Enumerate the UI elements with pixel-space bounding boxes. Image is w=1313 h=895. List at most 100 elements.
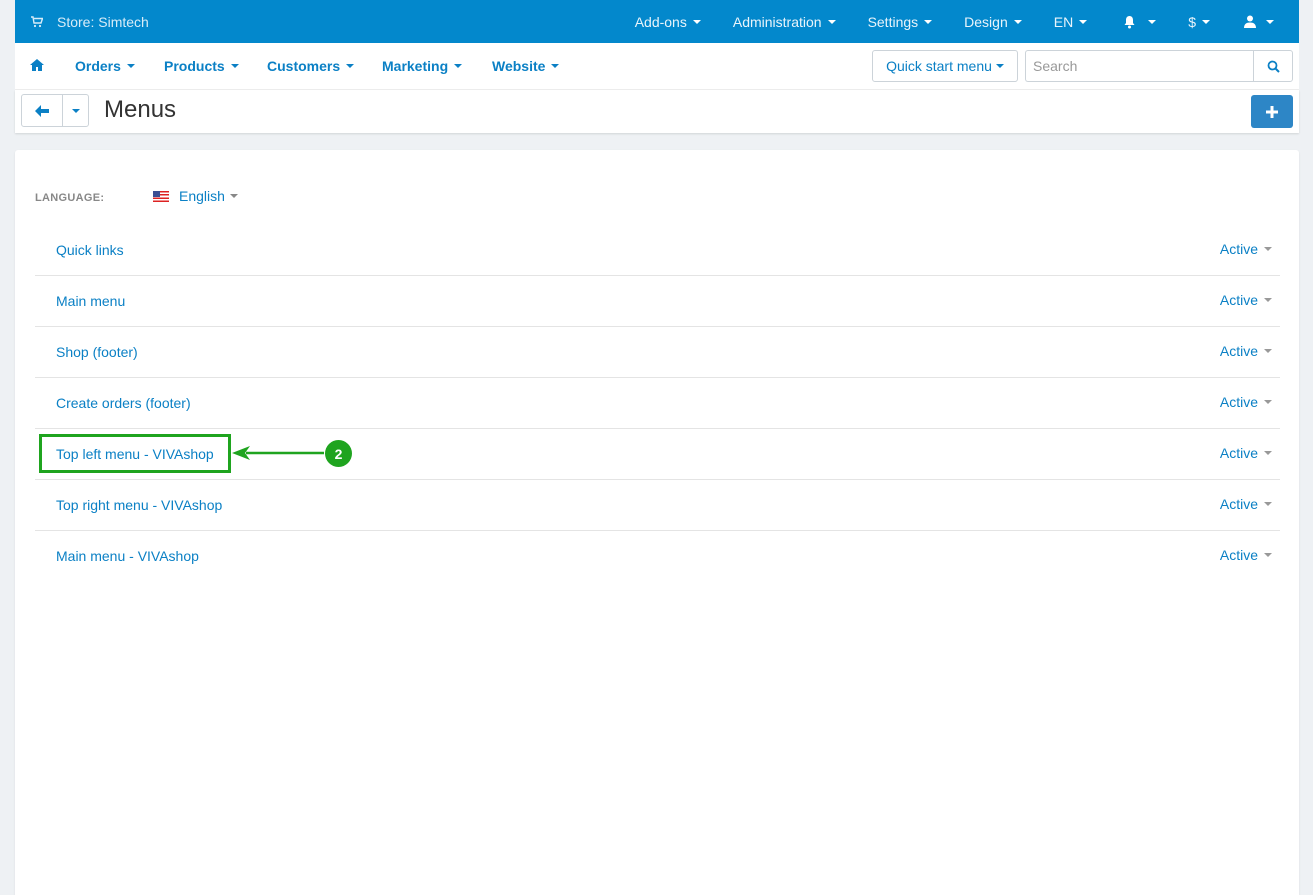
menu-link[interactable]: Top right menu - VIVAshop bbox=[56, 497, 222, 513]
nav-customers-label: Customers bbox=[267, 58, 341, 74]
nav-website[interactable]: Website bbox=[492, 43, 560, 89]
main-nav: Orders Products Customers Marketing Webs… bbox=[15, 43, 1299, 90]
menu-link[interactable]: Main menu - VIVAshop bbox=[56, 548, 199, 564]
content-card: LANGUAGE: English Quick links Active Mai… bbox=[15, 150, 1299, 895]
chevron-down-icon bbox=[1264, 502, 1272, 506]
status-dropdown[interactable]: Active bbox=[1220, 292, 1272, 308]
store-name: Store: Simtech bbox=[57, 13, 149, 30]
status-label: Active bbox=[1219, 496, 1258, 512]
administration-menu[interactable]: Administration bbox=[733, 0, 836, 43]
search-input[interactable] bbox=[1025, 50, 1254, 82]
search-button[interactable] bbox=[1253, 50, 1293, 82]
status-dropdown[interactable]: Active bbox=[1220, 547, 1272, 563]
chevron-down-icon bbox=[1264, 451, 1272, 455]
menu-list: Quick links Active Main menu Active Shop… bbox=[35, 225, 1280, 582]
addons-menu[interactable]: Add-ons bbox=[635, 0, 701, 43]
menu-link[interactable]: Create orders (footer) bbox=[56, 395, 191, 411]
currency-menu[interactable]: $ bbox=[1188, 0, 1210, 43]
title-bar: Menus bbox=[15, 90, 1299, 133]
chevron-down-icon bbox=[1264, 247, 1272, 251]
status-dropdown[interactable]: Active bbox=[1220, 241, 1272, 257]
nav-website-label: Website bbox=[492, 58, 546, 74]
arrow-left-icon bbox=[232, 446, 324, 460]
menu-link[interactable]: Shop (footer) bbox=[56, 344, 138, 360]
status-label: Active bbox=[1219, 445, 1258, 461]
chevron-down-icon bbox=[1264, 298, 1272, 302]
notifications-menu[interactable] bbox=[1123, 0, 1157, 43]
nav-orders[interactable]: Orders bbox=[75, 43, 135, 89]
chevron-down-icon bbox=[1264, 400, 1272, 404]
chevron-down-icon bbox=[229, 194, 238, 198]
addons-label: Add-ons bbox=[634, 13, 687, 30]
language-value: English bbox=[179, 188, 225, 204]
cart-icon bbox=[31, 15, 43, 27]
language-selector[interactable]: English bbox=[153, 188, 238, 204]
highlight-box bbox=[39, 434, 231, 473]
administration-label: Administration bbox=[732, 13, 822, 30]
chevron-down-icon bbox=[230, 64, 239, 68]
list-item: Main menu Active bbox=[35, 276, 1280, 327]
status-label: Active bbox=[1219, 292, 1258, 308]
status-label: Active bbox=[1219, 343, 1258, 359]
status-label: Active bbox=[1219, 241, 1258, 257]
list-item: Top right menu - VIVAshop Active bbox=[35, 480, 1280, 531]
quick-start-label: Quick start menu bbox=[886, 58, 992, 74]
list-item: Shop (footer) Active bbox=[35, 327, 1280, 378]
chevron-down-icon bbox=[692, 19, 701, 24]
top-bar: Store: Simtech Add-ons Administration Se… bbox=[15, 0, 1299, 43]
language-label: LANGUAGE: bbox=[35, 192, 105, 204]
chevron-down-icon bbox=[1148, 19, 1157, 24]
status-dropdown[interactable]: Active bbox=[1220, 343, 1272, 359]
step-badge: 2 bbox=[325, 440, 352, 467]
plus-icon bbox=[1266, 105, 1278, 118]
language-menu[interactable]: EN bbox=[1053, 0, 1088, 43]
nav-products-label: Products bbox=[164, 58, 225, 74]
back-button[interactable] bbox=[21, 94, 63, 127]
chevron-down-icon bbox=[1079, 19, 1088, 24]
add-menu-button[interactable] bbox=[1251, 95, 1293, 128]
nav-customers[interactable]: Customers bbox=[267, 43, 355, 89]
status-dropdown[interactable]: Active bbox=[1220, 496, 1272, 512]
nav-products[interactable]: Products bbox=[164, 43, 239, 89]
chevron-down-icon bbox=[827, 19, 836, 24]
chevron-down-icon bbox=[1264, 553, 1272, 557]
chevron-down-icon bbox=[454, 64, 463, 68]
chevron-down-icon bbox=[924, 19, 933, 24]
menu-link[interactable]: Main menu bbox=[56, 293, 125, 309]
chevron-down-icon bbox=[126, 64, 135, 68]
language-code-label: EN bbox=[1053, 13, 1074, 30]
search-icon bbox=[1267, 60, 1280, 73]
currency-label: $ bbox=[1188, 13, 1196, 30]
chevron-down-icon bbox=[346, 64, 355, 68]
nav-marketing[interactable]: Marketing bbox=[382, 43, 463, 89]
status-dropdown[interactable]: Active bbox=[1220, 394, 1272, 410]
us-flag-icon bbox=[153, 190, 169, 202]
page-title: Menus bbox=[104, 96, 177, 123]
chevron-down-icon bbox=[1264, 349, 1272, 353]
store-switcher[interactable]: Store: Simtech bbox=[31, 0, 149, 43]
chevron-down-icon bbox=[995, 64, 1004, 68]
chevron-down-icon bbox=[1202, 19, 1210, 24]
settings-menu[interactable]: Settings bbox=[868, 0, 933, 43]
back-dropdown-button[interactable] bbox=[62, 94, 89, 127]
chevron-down-icon bbox=[551, 64, 560, 68]
quick-start-menu-button[interactable]: Quick start menu bbox=[872, 50, 1018, 82]
design-label: Design bbox=[964, 13, 1008, 30]
chevron-down-icon bbox=[1266, 19, 1274, 24]
menu-link[interactable]: Quick links bbox=[56, 242, 124, 258]
settings-label: Settings bbox=[867, 13, 919, 30]
chevron-down-icon bbox=[71, 108, 80, 113]
status-dropdown[interactable]: Active bbox=[1220, 445, 1272, 461]
bell-icon bbox=[1124, 15, 1135, 28]
design-menu[interactable]: Design bbox=[964, 0, 1022, 43]
status-label: Active bbox=[1219, 394, 1258, 410]
chevron-down-icon bbox=[1013, 19, 1022, 24]
list-item: Create orders (footer) Active bbox=[35, 378, 1280, 429]
list-item: Quick links Active bbox=[35, 225, 1280, 276]
user-icon bbox=[1244, 15, 1256, 28]
nav-orders-label: Orders bbox=[75, 58, 121, 74]
home-icon[interactable] bbox=[29, 57, 45, 73]
user-menu[interactable] bbox=[1244, 0, 1274, 43]
status-label: Active bbox=[1219, 547, 1258, 563]
nav-marketing-label: Marketing bbox=[382, 58, 449, 74]
